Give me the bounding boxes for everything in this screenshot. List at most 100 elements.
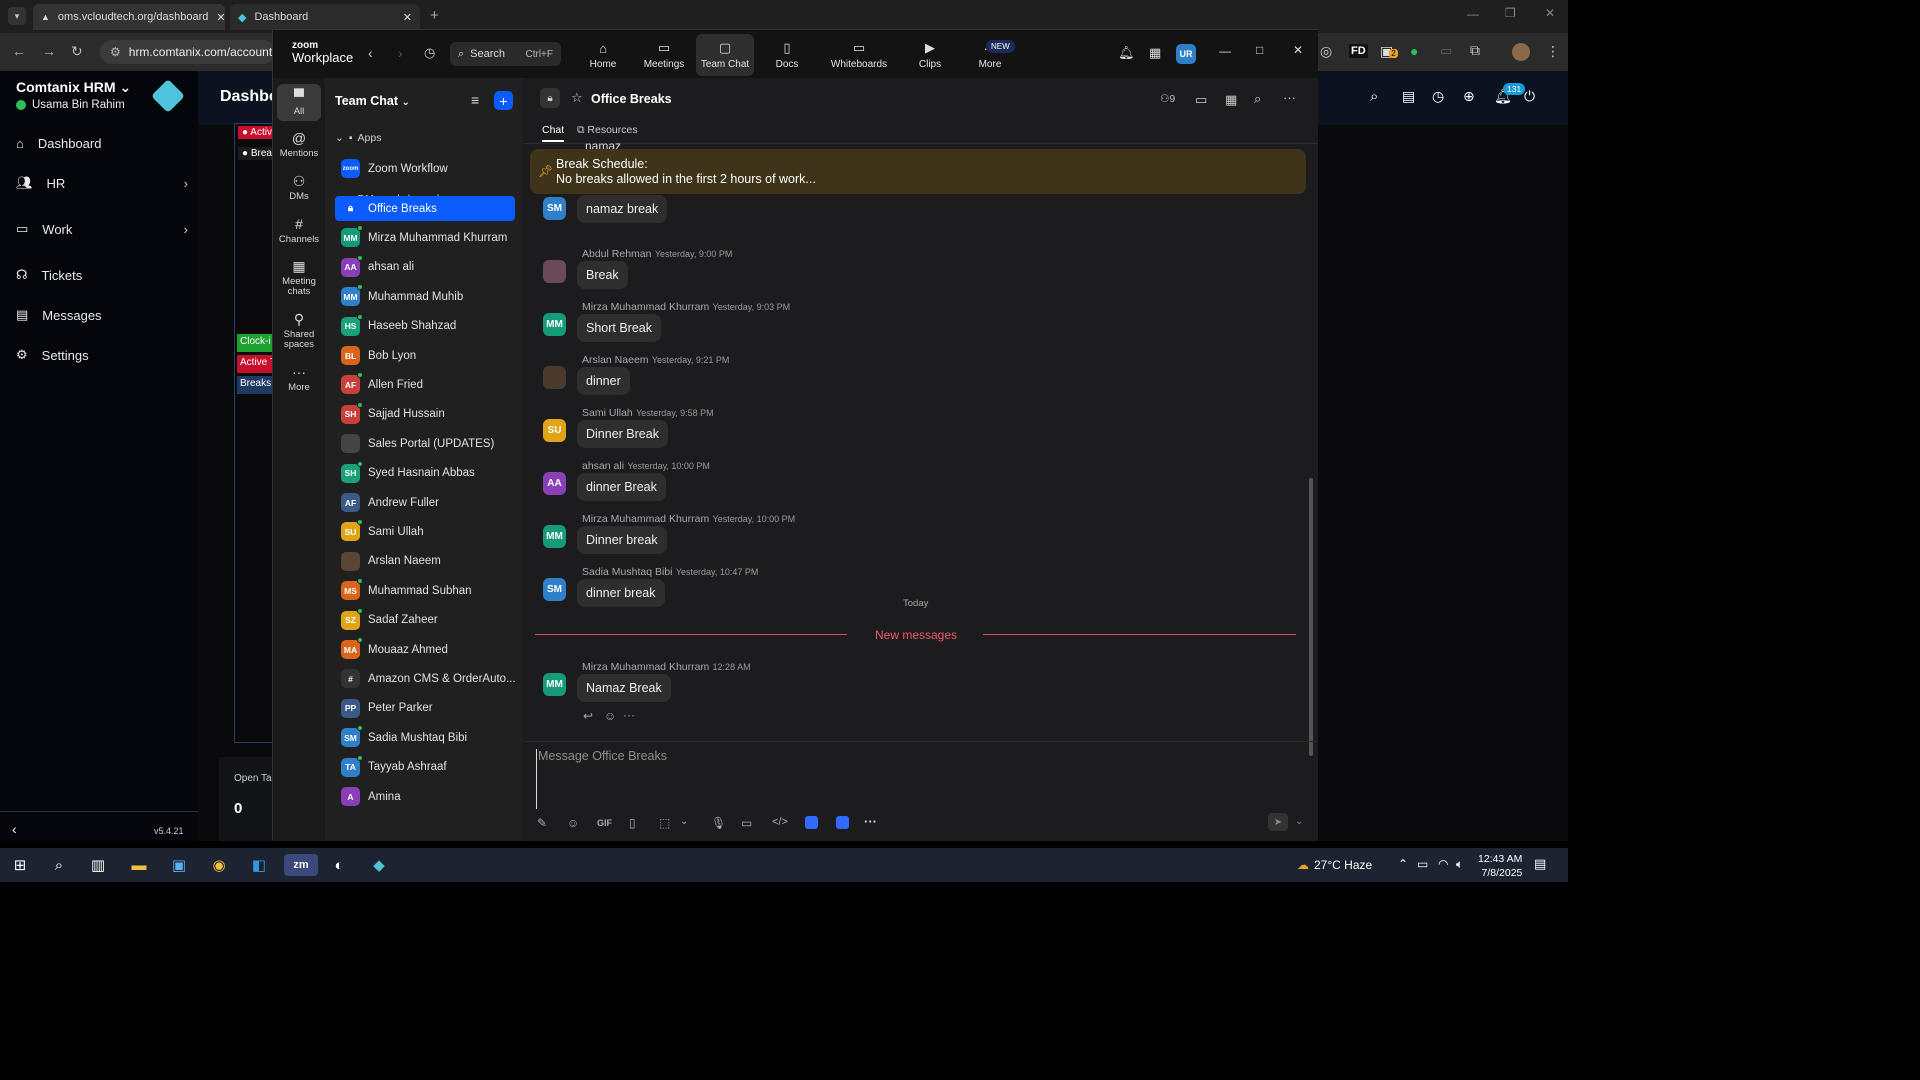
avatar[interactable]: MM (543, 313, 566, 336)
tab-resources[interactable]: ⧉ Resources (577, 124, 638, 137)
message-bubble[interactable]: Dinner Break (577, 420, 668, 448)
file-explorer-icon[interactable]: ▬ (127, 854, 151, 876)
close-tab-icon[interactable]: ✕ (216, 11, 225, 24)
message-bubble[interactable]: Short Break (577, 314, 662, 342)
screenshot-icon[interactable]: ⬚ (659, 816, 670, 830)
window-minimize-icon[interactable]: — (1467, 7, 1479, 21)
list-item[interactable]: AA ahsan ali (335, 254, 515, 280)
more-actions-icon[interactable]: ··· (623, 708, 635, 722)
tab-team-chat[interactable]: ▢ Team Chat (696, 34, 754, 76)
zoom-taskbar-icon[interactable]: zm (284, 854, 318, 876)
avatar[interactable]: SU (543, 419, 566, 442)
user-avatar[interactable]: UR (1176, 44, 1196, 64)
tab-chat[interactable]: Chat (542, 124, 565, 142)
hrm-brand[interactable]: Comtanix HRM ⌄ (16, 79, 131, 96)
message-bubble[interactable]: namaz break (577, 195, 668, 223)
zoom-back-icon[interactable]: ‹ (368, 45, 373, 61)
sidebar-item-hr[interactable]: 👥︎ HR › (16, 175, 188, 191)
app-taskbar-icon[interactable]: ◐ (327, 854, 351, 876)
clock-in-button[interactable]: Clock-i (237, 334, 273, 352)
avatar[interactable]: SM (543, 578, 566, 601)
calendar-icon[interactable]: ▦ (1149, 45, 1161, 61)
zoom-forward-icon[interactable]: › (398, 45, 403, 61)
avatar[interactable]: MM (543, 525, 566, 548)
list-item[interactable]: A Amina (335, 784, 515, 809)
more-options-icon[interactable]: ··· (1283, 90, 1296, 105)
forward-icon[interactable]: → (42, 43, 56, 59)
tab-docs[interactable]: ▯ Docs (758, 34, 816, 76)
close-tab-icon[interactable]: ✕ (403, 11, 412, 24)
add-reaction-icon[interactable]: ☺ (604, 709, 616, 723)
rail-all[interactable]: ▀ All (277, 84, 321, 121)
message-bubble[interactable]: Namaz Break (577, 674, 671, 702)
list-item-zoom-workflow[interactable]: zoom Zoom Workflow (335, 156, 515, 181)
emoji-icon[interactable]: ☺ (567, 816, 579, 830)
taskbar-search-icon[interactable]: ⌕ (47, 854, 71, 876)
list-item[interactable]: SH Sajjad Hussain (335, 401, 515, 427)
list-item[interactable]: PP Peter Parker (335, 696, 515, 721)
rail-more[interactable]: ··· More (277, 360, 321, 397)
sidebar-item-tickets[interactable]: ☊ Tickets (16, 267, 188, 283)
app-icon-1[interactable] (805, 816, 818, 829)
list-item[interactable]: AF Andrew Fuller (335, 490, 515, 515)
search-icon[interactable]: ⌕ (1254, 91, 1261, 107)
message-input[interactable]: Message Office Breaks (536, 749, 1296, 809)
browser-menu-icon[interactable]: ⋮ (1546, 43, 1560, 60)
notifications-bell-icon[interactable]: 🔔︎ (1118, 45, 1135, 61)
window-restore-icon[interactable]: ❐ (1505, 6, 1516, 20)
start-icon[interactable]: ⊞ (8, 854, 32, 876)
site-info-icon[interactable]: ⚙ (110, 45, 121, 59)
format-icon[interactable]: ✎ (537, 816, 547, 830)
avatar[interactable]: MM (543, 673, 566, 696)
list-item-office-breaks[interactable]: 🔒︎ Office Breaks (335, 196, 515, 221)
extension-green-icon[interactable]: ● (1410, 43, 1418, 59)
clock[interactable]: 12:43 AM 7/8/2025 (1478, 852, 1522, 880)
send-options-icon[interactable]: ⌄ (1295, 816, 1303, 827)
list-item[interactable]: MA Mouaaz Ahmed (335, 637, 515, 662)
microphone-icon[interactable]: 🎙︎ (711, 816, 726, 830)
collapse-sidebar-icon[interactable]: ‹ (12, 821, 17, 837)
active-time-button[interactable]: Active T (237, 355, 273, 373)
volume-icon[interactable]: 🔈︎ (1456, 857, 1463, 872)
video-message-icon[interactable]: ▭ (741, 816, 752, 830)
wifi-icon[interactable]: ◠ (1438, 857, 1448, 871)
tray-overflow-icon[interactable]: ⌃ (1398, 857, 1408, 871)
list-item[interactable]: SH Syed Hasnain Abbas (335, 460, 515, 486)
tab-list-button[interactable]: ▾ (8, 7, 26, 25)
zoom-close-icon[interactable]: ✕ (1293, 43, 1303, 57)
tab-clips[interactable]: ▶ Clips (901, 34, 959, 76)
list-item[interactable]: SU Sami Ullah (335, 519, 515, 544)
list-item[interactable]: Arslan Naeem (335, 549, 515, 574)
profile-avatar[interactable] (1512, 43, 1530, 61)
new-tab-icon[interactable]: + (430, 7, 439, 24)
hrm-taskbar-icon[interactable]: ◆ (367, 854, 391, 876)
hrm-notes-icon[interactable]: ▤ (1402, 88, 1415, 105)
rail-channels[interactable]: # Channels (277, 212, 321, 249)
zoom-maximize-icon[interactable]: □ (1256, 43, 1263, 57)
members-button[interactable]: ⚇9 (1160, 93, 1175, 105)
reload-icon[interactable]: ↻ (71, 43, 83, 60)
pinned-message-banner[interactable]: 📌︎ Break Schedule: No breaks allowed in … (530, 149, 1306, 194)
hrm-clock-icon[interactable]: ◷ (1432, 88, 1444, 105)
extension-cast-icon[interactable]: ▭ (1440, 43, 1452, 59)
store-icon[interactable]: ▣ (167, 854, 191, 876)
list-item[interactable]: Sales Portal (UPDATES) (335, 431, 515, 456)
message-bubble[interactable]: Break (577, 261, 628, 289)
sidebar-item-dashboard[interactable]: ⌂ Dashboard (16, 136, 188, 151)
star-icon[interactable]: ☆ (571, 90, 583, 106)
list-item[interactable]: # Amazon CMS & OrderAuto... (335, 666, 515, 691)
sidebar-item-work[interactable]: ▭ Work › (16, 221, 188, 237)
browser-tab-oms[interactable]: ▲ oms.vcloudtech.org/dashboard ✕ (33, 4, 226, 30)
zoom-search-bar[interactable]: ⌕ Search Ctrl+F (450, 42, 561, 66)
history-icon[interactable]: ◷ (424, 45, 435, 61)
message-bubble[interactable]: dinner (577, 367, 630, 395)
window-close-icon[interactable]: ✕ (1545, 6, 1555, 20)
list-item[interactable]: MS Muhammad Subhan (335, 578, 515, 603)
avatar[interactable] (543, 366, 566, 389)
list-item[interactable]: BL Bob Lyon (335, 343, 515, 368)
message-bubble[interactable]: Dinner break (577, 526, 667, 554)
notification-center-icon[interactable]: ▤ (1534, 856, 1546, 872)
battery-icon[interactable]: ▭ (1417, 857, 1428, 871)
list-item[interactable]: MM Muhammad Muhib (335, 284, 515, 309)
code-snippet-icon[interactable]: </> (772, 816, 788, 828)
